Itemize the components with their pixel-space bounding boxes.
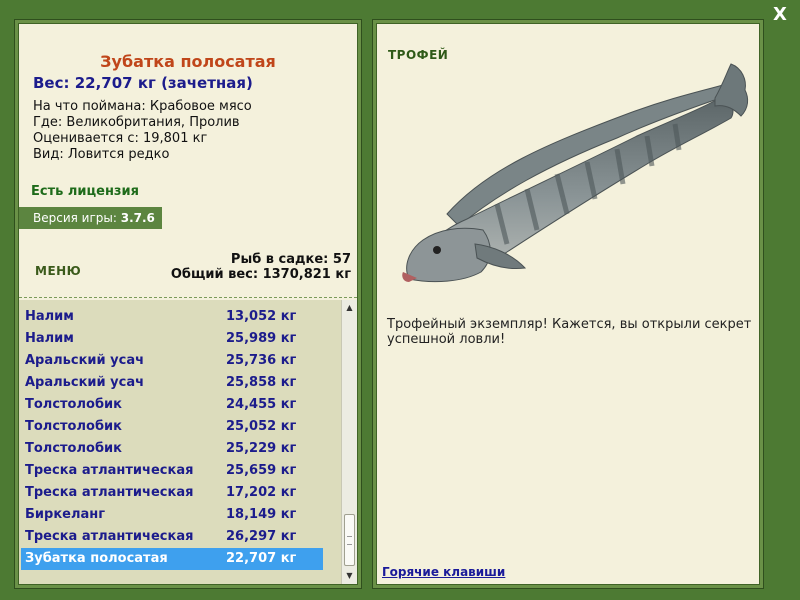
fish-kind: Вид: Ловится редко <box>33 147 170 162</box>
catch-list-row[interactable]: Зубатка полосатая 22,707 кг <box>21 548 323 570</box>
catch-fish-weight: 18,149 кг <box>226 507 297 522</box>
fish-min-weight: Оценивается с: 19,801 кг <box>33 131 208 146</box>
close-icon: X <box>773 4 787 25</box>
catch-fish-weight: 25,052 кг <box>226 419 297 434</box>
catch-fish-weight: 25,229 кг <box>226 441 297 456</box>
catch-list-row[interactable]: Аральский усач 25,858 кг <box>21 372 323 394</box>
fish-info-panel-frame: Зубатка полосатая Вес: 22,707 кг (зачетн… <box>14 19 362 589</box>
arrow-up-icon[interactable]: ▲ <box>342 300 357 316</box>
close-button[interactable]: X <box>770 5 790 25</box>
catch-fish-name: Треска атлантическая <box>25 529 194 544</box>
catch-list-row[interactable]: Налим 13,052 кг <box>21 306 323 328</box>
fish-image <box>402 63 749 283</box>
menu-button[interactable]: МЕНЮ <box>35 264 81 278</box>
catch-list-area: Налим 13,052 кг Налим 25,989 кг Аральский ус… <box>19 300 357 584</box>
version-label: Версия игры: <box>33 211 117 225</box>
catch-list: Налим 13,052 кг Налим 25,989 кг Аральский ус… <box>21 306 323 570</box>
fish-weight: Вес: 22,707 кг (зачетная) <box>33 74 253 92</box>
catch-fish-name: Биркеланг <box>25 507 106 522</box>
catch-list-row[interactable]: Толстолобик 24,455 кг <box>21 394 323 416</box>
catch-fish-name: Аральский усач <box>25 375 145 390</box>
catch-fish-name: Зубатка полосатая <box>25 551 168 566</box>
trophy-panel-frame: ТРОФЕЙ Трофейный экземпляр! Кажется, вы … <box>372 19 764 589</box>
fish-info-panel: Зубатка полосатая Вес: 22,707 кг (зачетн… <box>18 23 358 585</box>
hotkeys-link[interactable]: Горячие клавиши <box>382 565 505 579</box>
license-status: Есть лицензия <box>31 184 139 199</box>
catch-list-row[interactable]: Толстолобик 25,052 кг <box>21 416 323 438</box>
divider <box>19 297 357 298</box>
keepnet-total-weight: Общий вес: 1370,821 кг <box>170 267 351 282</box>
catch-fish-name: Налим <box>25 331 74 346</box>
catch-list-row[interactable]: Треска атлантическая 25,659 кг <box>21 460 323 482</box>
catch-fish-weight: 24,455 кг <box>226 397 297 412</box>
catch-list-row[interactable]: Толстолобик 25,229 кг <box>21 438 323 460</box>
catch-fish-weight: 26,297 кг <box>226 529 297 544</box>
catch-fish-weight: 25,989 кг <box>226 331 297 346</box>
fish-title: Зубатка полосатая <box>100 52 276 71</box>
catch-fish-weight: 25,736 кг <box>226 353 297 368</box>
scrollbar[interactable]: ▲ ▼ <box>341 300 357 584</box>
catch-fish-name: Треска атлантическая <box>25 463 194 478</box>
trophy-panel: ТРОФЕЙ Трофейный экземпляр! Кажется, вы … <box>376 23 760 585</box>
version-value: 3.7.6 <box>120 211 155 225</box>
catch-fish-weight: 22,707 кг <box>226 551 297 566</box>
catch-list-row[interactable]: Биркеланг 18,149 кг <box>21 504 323 526</box>
catch-list-row[interactable]: Треска атлантическая 17,202 кг <box>21 482 323 504</box>
catch-list-row[interactable]: Налим 25,989 кг <box>21 328 323 350</box>
scroll-thumb[interactable] <box>344 514 355 566</box>
trophy-message: Трофейный экземпляр! Кажется, вы открыли… <box>387 317 752 347</box>
catch-list-row[interactable]: Аральский усач 25,736 кг <box>21 350 323 372</box>
catch-fish-name: Налим <box>25 309 74 324</box>
fish-bait: На что поймана: Крабовое мясо <box>33 99 252 114</box>
catch-fish-weight: 17,202 кг <box>226 485 297 500</box>
catch-fish-name: Толстолобик <box>25 419 122 434</box>
catch-fish-name: Аральский усач <box>25 353 145 368</box>
catch-fish-weight: 25,659 кг <box>226 463 297 478</box>
catch-fish-weight: 25,858 кг <box>226 375 297 390</box>
catch-fish-name: Треска атлантическая <box>25 485 194 500</box>
arrow-down-icon[interactable]: ▼ <box>342 568 357 584</box>
fish-location: Где: Великобритания, Пролив <box>33 115 240 130</box>
catch-list-row[interactable]: Треска атлантическая 26,297 кг <box>21 526 323 548</box>
catch-fish-weight: 13,052 кг <box>226 309 297 324</box>
catch-fish-name: Толстолобик <box>25 441 122 456</box>
catch-fish-name: Толстолобик <box>25 397 122 412</box>
version-bar: Версия игры: 3.7.6 <box>19 207 162 229</box>
keepnet-count: Рыб в садке: 57 <box>230 252 351 267</box>
